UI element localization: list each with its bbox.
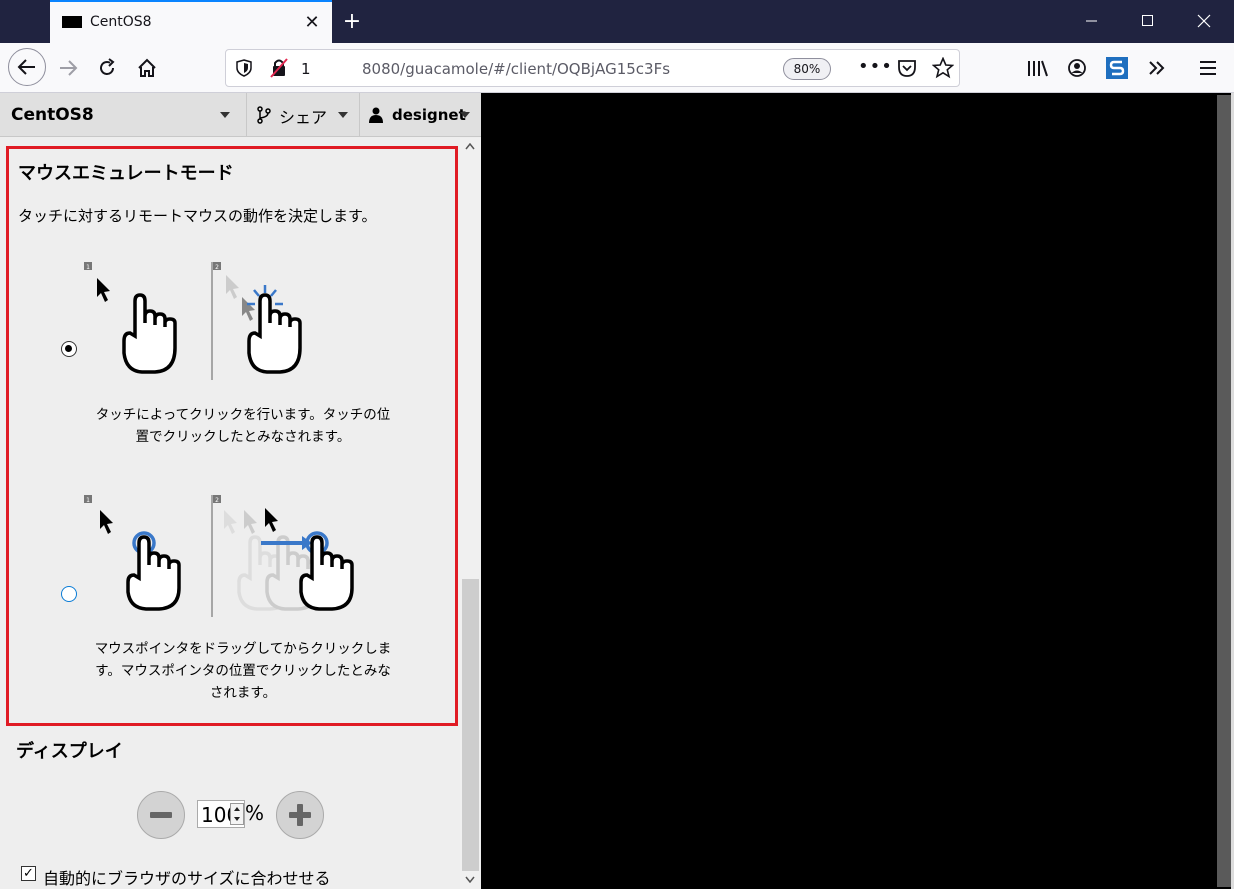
pocket-icon[interactable] (897, 58, 917, 78)
tracking-shield-icon[interactable] (236, 59, 252, 77)
caption-line: す。マウスポインタの位置でクリックしたとみな (95, 663, 391, 679)
new-tab-button[interactable]: + (340, 9, 364, 34)
caption-line: マウスポインタをドラッグしてからクリックしま (94, 641, 392, 657)
step-number: 2 (215, 497, 219, 504)
home-button[interactable] (129, 50, 165, 86)
touchscreen-mode-illustration[interactable]: 1 2 (80, 253, 320, 388)
display-section-title: ディスプレイ (16, 741, 123, 762)
tab-close-icon[interactable]: ✕ (302, 12, 322, 33)
faded-pointer-icon (224, 510, 237, 534)
zoom-spinner[interactable] (230, 803, 244, 825)
username-label: designet (392, 106, 466, 124)
page-actions-icon[interactable]: ••• (858, 56, 893, 77)
step-number: 1 (86, 497, 90, 504)
mouse-mode-description: タッチに対するリモートマウスの動作を決定します。 (18, 207, 377, 225)
forward-button[interactable] (50, 50, 86, 86)
extension-button[interactable] (1104, 55, 1130, 81)
chevron-down-icon (338, 112, 348, 118)
user-icon (369, 107, 383, 123)
reload-icon (100, 58, 115, 75)
spin-down-icon[interactable] (234, 817, 240, 821)
url-host: 1 (301, 60, 311, 78)
hamburger-menu-icon (1200, 61, 1216, 75)
remote-scrollbar[interactable] (1217, 95, 1231, 887)
panel-scrollbar[interactable] (460, 138, 481, 889)
touchpad-mode-caption: マウスポインタをドラッグしてからクリックしま す。マウスポインタの位置でクリック… (78, 638, 408, 704)
chevron-double-right-icon (1149, 61, 1165, 75)
extension-s-icon (1106, 57, 1128, 79)
spin-up-icon[interactable] (234, 807, 240, 811)
mouse-mode-title: マウスエミュレートモード (18, 163, 234, 184)
scrollbar-thumb[interactable] (462, 579, 479, 871)
chevron-down-icon (460, 112, 470, 118)
library-button[interactable] (1025, 55, 1051, 81)
caption-line: されます。 (209, 685, 277, 701)
faded-pointer-icon (244, 510, 257, 534)
user-menu-button[interactable]: designet (360, 93, 481, 137)
tab-strip: CentOS8 ✕ + (0, 0, 1234, 43)
connection-name[interactable]: CentOS8 (11, 105, 94, 125)
url-bar[interactable]: 1 8080/guacamole/#/client/OQBjAG15c3Fs 8… (225, 49, 960, 87)
step-number: 1 (86, 264, 90, 271)
scroll-up-arrow-icon[interactable] (465, 143, 475, 150)
zoom-in-button[interactable] (276, 791, 324, 839)
remote-desktop-display[interactable] (481, 93, 1234, 889)
touchpad-mode-illustration[interactable]: 1 2 (80, 490, 370, 625)
library-icon (1028, 60, 1048, 77)
radio-touchscreen-mode[interactable] (61, 341, 77, 357)
url-path: 8080/guacamole/#/client/OQBjAG15c3Fs (362, 60, 671, 78)
faded-pointer-icon (226, 275, 239, 299)
chevron-down-icon[interactable] (220, 112, 230, 118)
scroll-down-arrow-icon[interactable] (465, 876, 475, 883)
zoom-value[interactable]: 100 (201, 803, 231, 827)
home-icon (138, 58, 156, 77)
maximize-icon (1142, 15, 1153, 26)
mouse-pointer-icon (97, 278, 110, 302)
tab-title: CentOS8 (90, 14, 152, 30)
close-window-button[interactable] (1184, 6, 1224, 36)
step-number: 2 (215, 264, 219, 271)
guacamole-menu-panel: CentOS8 シェア designet マウスエミュレートモード タッチに対す… (0, 93, 481, 889)
mouse-pointer-icon (242, 297, 255, 321)
insecure-lock-icon[interactable] (270, 58, 288, 78)
account-icon (1068, 59, 1086, 77)
caption-line: 置でクリックしたとみなされます。 (135, 429, 351, 445)
panel-header: CentOS8 シェア designet (0, 93, 481, 137)
caption-line: タッチによってクリックを行います。タッチの位 (95, 407, 391, 423)
mouse-pointer-icon (100, 510, 113, 534)
hand-pointer-icon (247, 293, 302, 374)
account-button[interactable] (1064, 55, 1090, 81)
app-menu-button[interactable] (1195, 55, 1221, 81)
tab-centos8[interactable]: CentOS8 ✕ (50, 0, 332, 43)
minimize-button[interactable] (1072, 6, 1112, 36)
hand-pointer-icon (122, 293, 177, 374)
autofit-label[interactable]: 自動的にブラウザのサイズに合わせせる (43, 865, 331, 889)
maximize-button[interactable] (1128, 6, 1168, 36)
minimize-icon (1086, 20, 1097, 22)
share-label: シェア (279, 108, 328, 127)
back-button[interactable] (8, 48, 46, 86)
zoom-out-button[interactable] (137, 791, 185, 839)
favicon-icon (62, 16, 82, 28)
arrow-left-icon (17, 59, 35, 75)
overflow-button[interactable] (1144, 55, 1170, 81)
zoom-level-badge[interactable]: 80% (783, 58, 831, 80)
zoom-unit: % (245, 801, 265, 825)
close-icon (1197, 14, 1211, 28)
reload-button[interactable] (89, 50, 125, 86)
share-menu-button[interactable]: シェア (247, 93, 359, 137)
touchscreen-mode-caption: タッチによってクリックを行います。タッチの位 置でクリックしたとみなされます。 (78, 404, 408, 448)
bookmark-star-icon[interactable] (932, 57, 954, 79)
navigation-bar: 1 8080/guacamole/#/client/OQBjAG15c3Fs 8… (0, 43, 1234, 93)
zoom-input[interactable]: 100 (197, 800, 245, 828)
arrow-right-icon (60, 60, 78, 76)
share-branch-icon (257, 106, 271, 124)
autofit-checkbox[interactable]: ✓ (21, 866, 36, 881)
mouse-pointer-icon (265, 508, 278, 532)
radio-touchpad-mode[interactable] (61, 586, 77, 602)
